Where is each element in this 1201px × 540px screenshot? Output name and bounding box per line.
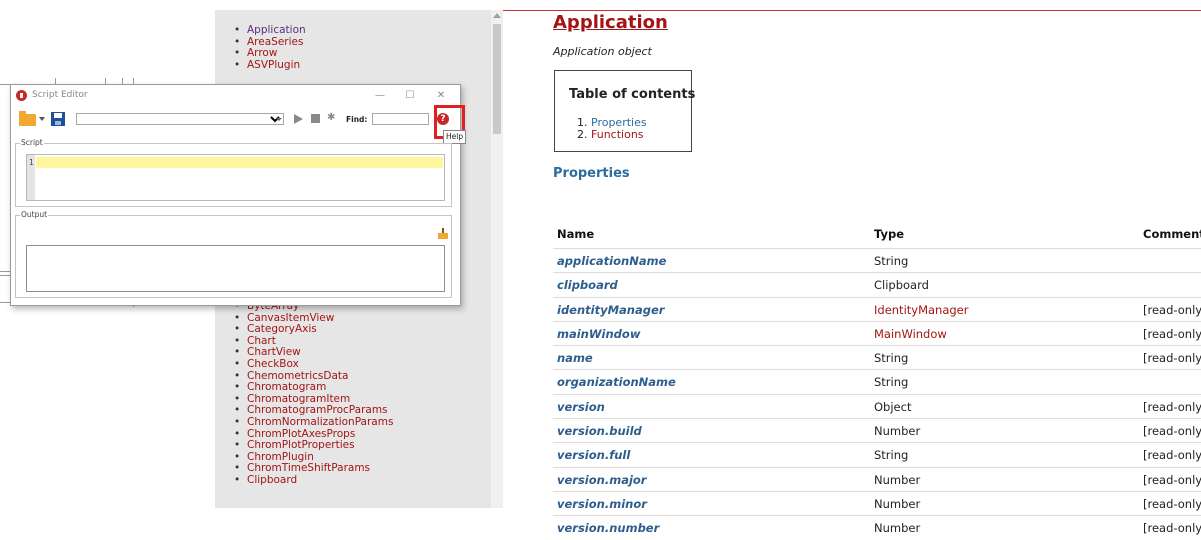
property-name: name bbox=[557, 351, 593, 366]
app-logo-icon bbox=[16, 90, 27, 101]
nav-class-link[interactable]: CheckBox bbox=[215, 358, 491, 371]
properties-table: Name Type Comments applicationName String… bbox=[553, 222, 1201, 540]
page-subtitle: Application object bbox=[553, 45, 652, 58]
page-title[interactable]: Application bbox=[553, 12, 668, 33]
property-name: mainWindow bbox=[557, 326, 641, 341]
property-name: clipboard bbox=[557, 278, 618, 293]
property-comment: [read-only] bbox=[1143, 496, 1201, 511]
current-line-highlight bbox=[36, 157, 443, 168]
property-comment: [read-only] bbox=[1143, 424, 1201, 439]
nav-class-link[interactable]: Clipboard bbox=[215, 474, 491, 487]
property-name: applicationName bbox=[557, 254, 667, 268]
script-group-label: Script bbox=[20, 138, 44, 148]
help-tooltip: Help bbox=[443, 130, 467, 144]
clear-broom-icon[interactable] bbox=[438, 228, 448, 239]
script-editor-dialog: Script Editor — ☐ ✕ ✱ Find: ? Help Scrip… bbox=[10, 84, 467, 306]
close-button[interactable]: ✕ bbox=[428, 87, 454, 105]
dialog-title: Script Editor bbox=[32, 90, 88, 100]
output-console[interactable] bbox=[26, 245, 445, 292]
table-row: version.minor Number [read-only] bbox=[553, 490, 1201, 515]
minimize-button[interactable]: — bbox=[367, 87, 393, 105]
property-name: identityManager bbox=[557, 302, 665, 317]
property-name: version.major bbox=[557, 472, 647, 487]
property-type: Number bbox=[874, 496, 921, 511]
column-header-type: Type bbox=[874, 227, 905, 241]
nav-class-link[interactable]: Application bbox=[215, 24, 491, 37]
table-row: version.number Number [read-only] bbox=[553, 515, 1201, 539]
property-type: String bbox=[874, 351, 909, 366]
table-row: version.major Number [read-only] bbox=[553, 466, 1201, 491]
table-row: version.full String [read-only] bbox=[553, 442, 1201, 466]
column-header-name: Name bbox=[557, 227, 595, 241]
property-name: version.minor bbox=[557, 496, 647, 511]
property-name: version.number bbox=[557, 521, 660, 536]
find-input[interactable] bbox=[372, 113, 429, 125]
debug-icon[interactable]: ✱ bbox=[327, 112, 335, 124]
column-header-comments: Comments bbox=[1143, 227, 1201, 241]
maximize-button[interactable]: ☐ bbox=[397, 87, 423, 105]
property-comment: [read-only] bbox=[1143, 399, 1201, 414]
table-row: mainWindow MainWindow [read-only] bbox=[553, 320, 1201, 345]
property-type: Object bbox=[874, 399, 912, 414]
property-name: version bbox=[557, 399, 605, 414]
table-row: version Object [read-only] bbox=[553, 393, 1201, 418]
line-number: 1 bbox=[29, 158, 34, 167]
nav-class-link[interactable]: ASVPlugin bbox=[215, 59, 491, 72]
property-type: String bbox=[874, 375, 909, 390]
property-name: organizationName bbox=[557, 375, 676, 390]
property-type: Number bbox=[874, 472, 921, 487]
table-row: organizationName String bbox=[553, 369, 1201, 393]
stop-icon[interactable] bbox=[311, 114, 320, 123]
scroll-up-arrow-icon[interactable] bbox=[493, 13, 501, 18]
toc-item-functions[interactable]: Functions bbox=[591, 129, 647, 141]
property-name: version.full bbox=[557, 448, 631, 463]
property-type: Clipboard bbox=[874, 278, 929, 293]
properties-heading: Properties bbox=[553, 166, 630, 181]
find-label: Find: bbox=[346, 115, 368, 124]
property-type: Number bbox=[874, 521, 921, 536]
class-list-bottom: ByteArrayCanvasItemViewCategoryAxisChart… bbox=[215, 300, 491, 487]
table-row: version.build Number [read-only] bbox=[553, 418, 1201, 442]
property-comment: [read-only] bbox=[1143, 302, 1201, 317]
property-name: version.build bbox=[557, 424, 642, 439]
property-type[interactable]: IdentityManager bbox=[874, 303, 968, 317]
property-type: String bbox=[874, 448, 909, 463]
table-row: name String [read-only] bbox=[553, 345, 1201, 369]
script-selector[interactable] bbox=[76, 113, 284, 125]
run-icon[interactable] bbox=[294, 114, 303, 124]
properties-table-body: applicationName String clipboard Clipboard i… bbox=[553, 248, 1201, 540]
nav-class-link[interactable]: ChromPlotProperties bbox=[215, 440, 491, 452]
property-type: Number bbox=[874, 424, 921, 439]
nav-scrollbar[interactable] bbox=[491, 10, 503, 508]
toc-title: Table of contents bbox=[569, 87, 696, 102]
nav-class-link[interactable]: Chromatogram bbox=[215, 382, 491, 394]
chevron-down-icon[interactable] bbox=[276, 118, 282, 121]
line-number-gutter: 1 bbox=[27, 155, 35, 200]
table-row: clipboard Clipboard bbox=[553, 272, 1201, 296]
property-comment: [read-only] bbox=[1143, 448, 1201, 463]
output-groupbox: Output bbox=[15, 210, 452, 298]
property-comment: [read-only] bbox=[1143, 472, 1201, 487]
dialog-titlebar[interactable]: Script Editor — ☐ ✕ bbox=[11, 85, 460, 107]
save-icon[interactable] bbox=[51, 112, 65, 126]
class-list-top: ApplicationAreaSeriesArrowASVPlugin bbox=[215, 24, 491, 72]
table-row: applicationName String bbox=[553, 248, 1201, 272]
header-divider bbox=[503, 10, 1201, 11]
table-header-row: Name Type Comments bbox=[553, 222, 1201, 248]
table-of-contents: Table of contents Properties Functions bbox=[554, 70, 696, 152]
script-groupbox: Script 1 bbox=[15, 138, 452, 207]
nav-class-link[interactable]: ChromNormalizationParams bbox=[215, 416, 491, 429]
script-toolbar: ✱ Find: ? bbox=[11, 107, 460, 133]
property-comment: [read-only] bbox=[1143, 351, 1201, 366]
output-group-label: Output bbox=[20, 210, 49, 220]
table-row: identityManager IdentityManager [read-only… bbox=[553, 296, 1201, 321]
property-comment: [read-only] bbox=[1143, 521, 1201, 536]
script-code-editor[interactable]: 1 bbox=[26, 154, 445, 201]
property-type: String bbox=[874, 254, 909, 268]
open-folder-icon[interactable] bbox=[19, 111, 36, 126]
property-type[interactable]: MainWindow bbox=[874, 327, 947, 341]
property-comment: [read-only] bbox=[1143, 326, 1201, 341]
scroll-thumb[interactable] bbox=[493, 24, 501, 134]
open-dropdown-icon[interactable] bbox=[39, 117, 45, 121]
